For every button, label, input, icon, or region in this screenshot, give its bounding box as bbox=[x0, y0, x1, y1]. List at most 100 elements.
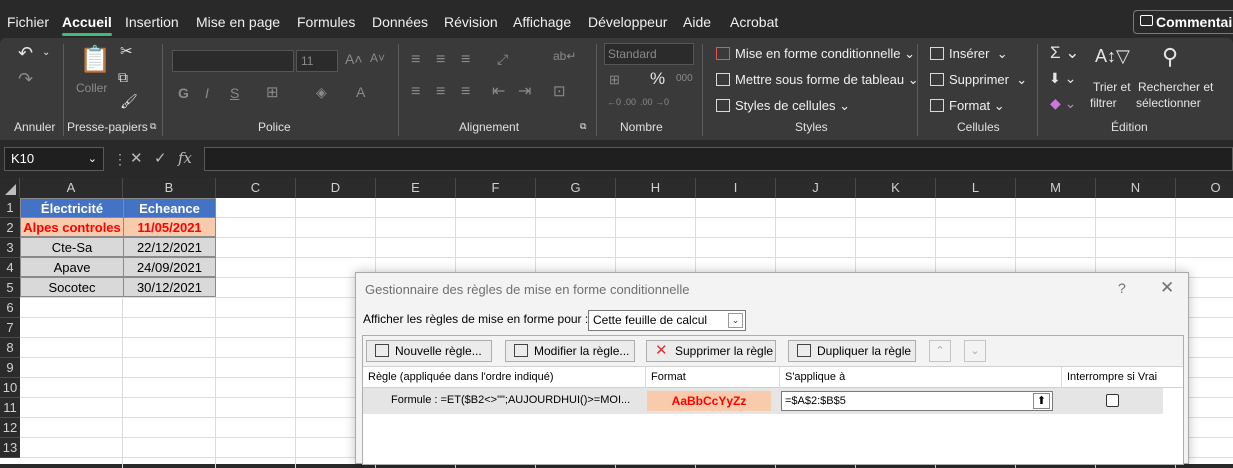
row-header-10[interactable]: 10 bbox=[0, 378, 20, 398]
help-icon[interactable]: ? bbox=[1118, 280, 1126, 296]
duplicate-rule-button[interactable]: Dupliquer la règle bbox=[788, 340, 916, 362]
move-down-button[interactable]: ⌄ bbox=[964, 340, 986, 362]
underline-button[interactable]: S bbox=[230, 86, 239, 100]
decrease-indent-icon[interactable]: ⇤ bbox=[492, 84, 505, 100]
borders-icon[interactable]: ⊞ bbox=[266, 85, 279, 100]
comments-button[interactable]: Commentaires bbox=[1133, 10, 1233, 34]
rule-formula[interactable]: Formule : =ET($B2<>"";AUJOURDHUI()>=MOI.… bbox=[391, 394, 630, 406]
cell-b2[interactable]: 11/05/2021 bbox=[123, 217, 216, 237]
show-rules-select[interactable]: Cette feuille de calcul ⌄ bbox=[588, 310, 746, 331]
column-header-b[interactable]: B bbox=[123, 178, 216, 198]
column-header-o[interactable]: O bbox=[1176, 178, 1233, 198]
tab-donnees[interactable]: Données bbox=[372, 14, 428, 30]
formula-input[interactable] bbox=[204, 147, 1233, 171]
rule-row[interactable]: Formule : =ET($B2<>"";AUJOURDHUI()>=MOI.… bbox=[363, 388, 1163, 414]
decrease-decimal-icon[interactable]: .00 →0 bbox=[640, 98, 669, 107]
column-header-i[interactable]: I bbox=[696, 178, 776, 198]
row-header-8[interactable]: 8 bbox=[0, 338, 20, 358]
decrease-font-icon[interactable]: A˅ bbox=[370, 52, 385, 64]
font-color-icon[interactable]: A bbox=[356, 85, 365, 99]
undo-icon[interactable]: ↶ bbox=[18, 44, 33, 62]
column-header-d[interactable]: D bbox=[296, 178, 376, 198]
cell-b1[interactable]: Echeance bbox=[123, 198, 216, 218]
row-header-11[interactable]: 11 bbox=[0, 398, 20, 418]
tab-revision[interactable]: Révision bbox=[444, 14, 498, 30]
increase-indent-icon[interactable]: ⇥ bbox=[518, 84, 531, 100]
close-icon[interactable]: ✕ bbox=[1160, 278, 1174, 298]
column-header-c[interactable]: C bbox=[216, 178, 296, 198]
dialog-launcher-icon[interactable]: ⧉ bbox=[580, 122, 586, 131]
row-header-6[interactable]: 6 bbox=[0, 298, 20, 318]
redo-icon[interactable]: ↷ bbox=[18, 70, 33, 88]
bold-button[interactable]: G bbox=[178, 86, 189, 100]
tab-mise-en-page[interactable]: Mise en page bbox=[196, 14, 280, 30]
select-all-button[interactable] bbox=[0, 178, 20, 198]
row-header-9[interactable]: 9 bbox=[0, 358, 20, 378]
fill-icon[interactable]: ⬇ ⌄ bbox=[1049, 71, 1076, 85]
applies-to-input[interactable]: =$A$2:$B$5 ⬆ bbox=[781, 391, 1053, 411]
delete-rule-button[interactable]: ✕ Supprimer la règle bbox=[646, 340, 776, 362]
format-cells-button[interactable]: Format ⌄ bbox=[930, 98, 1005, 114]
wrap-text-icon[interactable]: ab↵ bbox=[553, 50, 576, 62]
conditional-formatting-button[interactable]: Mise en forme conditionnelle ⌄ bbox=[716, 46, 915, 62]
align-bottom-icon[interactable]: ≡ bbox=[461, 52, 470, 68]
insert-cells-button[interactable]: Insérer ⌄ bbox=[930, 46, 1008, 62]
merge-center-icon[interactable]: ⊡ bbox=[553, 84, 566, 99]
tab-formules[interactable]: Formules bbox=[297, 14, 355, 30]
increase-font-icon[interactable]: A˄ bbox=[345, 52, 363, 66]
tab-acrobat[interactable]: Acrobat bbox=[730, 14, 778, 30]
row-header-4[interactable]: 4 bbox=[0, 258, 20, 278]
column-header-a[interactable]: A bbox=[20, 178, 123, 198]
align-center-icon[interactable]: ≡ bbox=[436, 84, 445, 100]
align-middle-icon[interactable]: ≡ bbox=[436, 52, 445, 68]
format-painter-icon[interactable]: 🖌 bbox=[120, 94, 138, 108]
chevron-down-icon[interactable]: ⌄ bbox=[88, 148, 97, 170]
row-header-5[interactable]: 5 bbox=[0, 278, 20, 298]
column-header-h[interactable]: H bbox=[616, 178, 696, 198]
row-header-1[interactable]: 1 bbox=[0, 198, 20, 218]
delete-cells-button[interactable]: Supprimer ⌄ bbox=[930, 72, 1027, 88]
enter-icon[interactable]: ✓ bbox=[154, 149, 167, 167]
move-up-button[interactable]: ⌃ bbox=[929, 340, 951, 362]
sort-filter-label-1[interactable]: Trier et bbox=[1093, 81, 1131, 93]
tab-insertion[interactable]: Insertion bbox=[125, 14, 179, 30]
cell-a1[interactable]: Électricité bbox=[20, 198, 124, 218]
tab-developpeur[interactable]: Développeur bbox=[588, 14, 667, 30]
tab-fichier[interactable]: Fichier bbox=[7, 14, 49, 30]
paste-label[interactable]: Coller bbox=[76, 82, 107, 94]
collapse-dialog-icon[interactable]: ⬆ bbox=[1033, 393, 1050, 409]
chevron-down-icon[interactable]: ⌄ bbox=[728, 313, 743, 328]
number-format-combo[interactable]: Standard bbox=[604, 43, 694, 65]
column-header-k[interactable]: K bbox=[856, 178, 936, 198]
cell-a4[interactable]: Apave bbox=[20, 257, 124, 277]
tab-affichage[interactable]: Affichage bbox=[513, 14, 571, 30]
orientation-icon[interactable]: ⤢ bbox=[497, 52, 508, 66]
thousands-icon[interactable]: 000 bbox=[676, 74, 693, 84]
cut-icon[interactable]: ✂ bbox=[120, 44, 133, 59]
row-header-12[interactable]: 12 bbox=[0, 418, 20, 438]
copy-icon[interactable]: ⧉ bbox=[118, 70, 128, 84]
column-header-n[interactable]: N bbox=[1096, 178, 1176, 198]
clear-icon[interactable]: ◆ ⌄ bbox=[1050, 96, 1076, 110]
find-select-icon[interactable]: ⚲ bbox=[1162, 46, 1178, 68]
align-left-icon[interactable]: ≡ bbox=[411, 84, 420, 100]
increase-decimal-icon[interactable]: ←0 .00 bbox=[607, 98, 636, 107]
cell-b5[interactable]: 30/12/2021 bbox=[123, 277, 216, 297]
currency-icon[interactable]: ⊞ bbox=[609, 73, 620, 86]
sort-filter-icon[interactable]: A↕▽ bbox=[1095, 47, 1130, 65]
cell-b4[interactable]: 24/09/2021 bbox=[123, 257, 216, 277]
column-header-m[interactable]: M bbox=[1016, 178, 1096, 198]
row-header-3[interactable]: 3 bbox=[0, 238, 20, 258]
fill-color-icon[interactable]: ◈ bbox=[316, 85, 327, 99]
row-header-13[interactable]: 13 bbox=[0, 438, 20, 458]
autosum-icon[interactable]: Σ ⌄ bbox=[1050, 44, 1079, 61]
find-select-label-1[interactable]: Rechercher et bbox=[1138, 81, 1213, 93]
row-header-7[interactable]: 7 bbox=[0, 318, 20, 338]
dialog-launcher-icon[interactable]: ⧉ bbox=[150, 122, 156, 131]
edit-rule-button[interactable]: Modifier la règle... bbox=[505, 340, 635, 362]
cell-a5[interactable]: Socotec bbox=[20, 277, 124, 297]
stop-if-true-checkbox[interactable] bbox=[1106, 394, 1119, 407]
cell-a2[interactable]: Alpes controles bbox=[20, 217, 124, 237]
column-header-g[interactable]: G bbox=[536, 178, 616, 198]
column-header-e[interactable]: E bbox=[376, 178, 456, 198]
